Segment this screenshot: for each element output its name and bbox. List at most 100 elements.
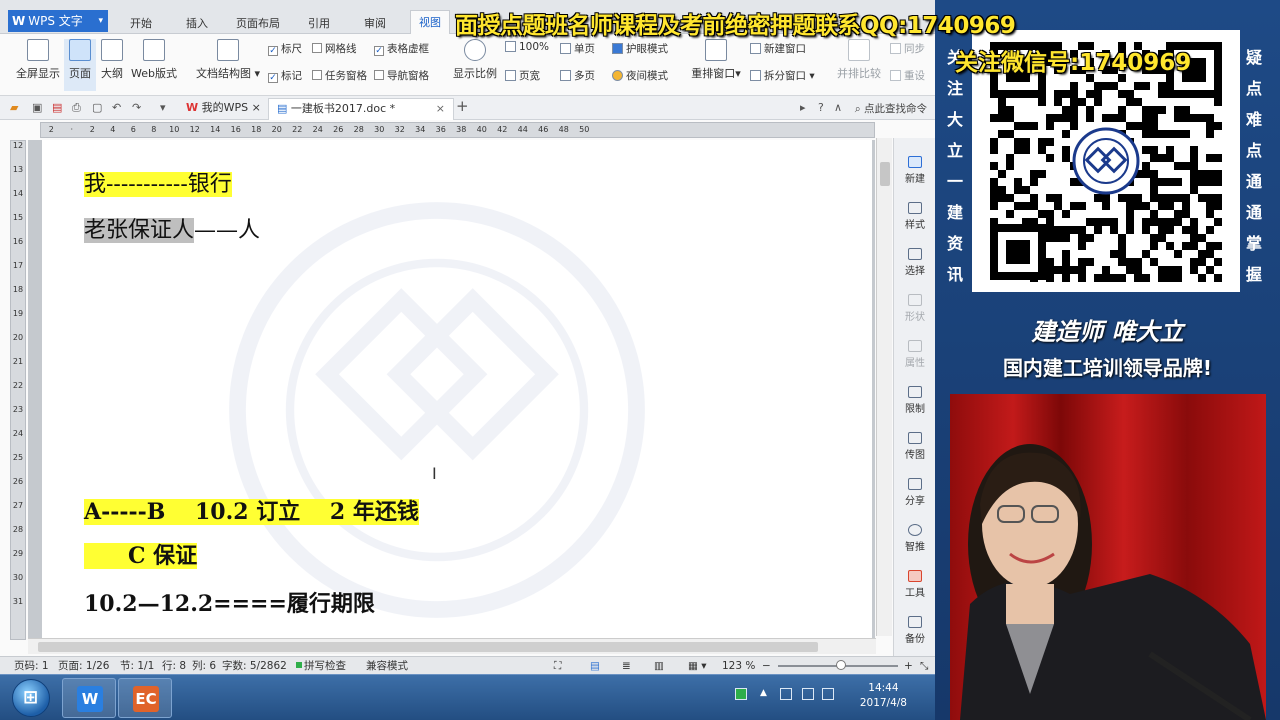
panel-share[interactable]: 分享 [894, 478, 935, 507]
tab-document[interactable]: ▤ 一建板书2017.doc * × [268, 98, 454, 120]
panel-smart[interactable]: 智推 [894, 524, 935, 553]
redo-icon[interactable]: ↷ [132, 101, 141, 114]
page-width-button[interactable]: 页宽 [505, 68, 540, 83]
task-pane-checkbox[interactable]: 任务窗格 [312, 68, 367, 83]
web-view-button[interactable]: Web版式 [128, 39, 180, 81]
close-icon[interactable]: × [252, 101, 261, 114]
status-bar: 页码: 1 页面: 1/26 节: 1/1 行: 8 列: 6 字数: 5/28… [0, 656, 935, 674]
rearrange-windows-button[interactable]: 重排窗口▾ [688, 39, 744, 81]
print-icon[interactable]: ⎙ [72, 101, 81, 115]
nav-pane-checkbox[interactable]: 导航窗格 [374, 68, 429, 83]
command-search[interactable]: ⌕ 点此查找命令 [855, 101, 927, 116]
panel-new[interactable]: 新建 [894, 156, 935, 185]
ruler-mark: 27 [12, 501, 24, 510]
tab-my-wps[interactable]: W 我的WPS × [178, 98, 269, 120]
network-icon[interactable] [780, 688, 792, 700]
table-gridlines-checkbox[interactable]: ✓ 表格虚框 [374, 41, 429, 56]
ruler-mark: 15 [12, 213, 24, 222]
help-icon[interactable]: ? [818, 101, 824, 114]
tray-expand-icon[interactable]: ▲ [760, 688, 772, 700]
multi-page-button[interactable]: 多页 [560, 68, 595, 83]
panel-tools[interactable]: 工具 [894, 570, 935, 599]
ruler-mark: 20 [271, 125, 282, 134]
app-menu-button[interactable]: W WPS 文字 ▾ [8, 10, 108, 32]
new-tab-icon[interactable]: + [456, 97, 469, 115]
export-pdf-icon[interactable]: ▤ [52, 101, 62, 114]
tab-view[interactable]: 视图 [410, 10, 450, 35]
compare-button[interactable]: 并排比较 [836, 39, 882, 81]
tab-page-layout[interactable]: 页面布局 [228, 12, 288, 34]
tab-insert[interactable]: 插入 [178, 12, 216, 34]
sync-scroll-button[interactable]: 同步 [890, 41, 925, 56]
panel-restrict[interactable]: 限制 [894, 386, 935, 415]
single-page-button[interactable]: 单页 [560, 41, 595, 56]
zoom-level[interactable]: 123 % [722, 658, 755, 674]
flag-icon[interactable] [802, 688, 814, 700]
tab-review[interactable]: 审阅 [356, 12, 394, 34]
zoom-100-button[interactable]: 100% [505, 41, 549, 53]
close-icon[interactable]: × [436, 99, 445, 119]
clock[interactable]: 14:44 2017/4/8 [860, 681, 907, 711]
gridlines-checkbox[interactable]: 网格线 [312, 41, 357, 56]
tab-references[interactable]: 引用 [300, 12, 338, 34]
panel-select[interactable]: 选择 [894, 248, 935, 277]
doc-line-1: 我-----------银行 [84, 172, 232, 197]
ruler-checkbox[interactable]: ✓ 标尺 [268, 41, 302, 56]
doc-structure-button[interactable]: 文档结构图 ▾ [195, 39, 261, 81]
marks-checkbox[interactable]: ✓ 标记 [268, 68, 302, 83]
new-window-button[interactable]: 新建窗口 [750, 41, 806, 56]
eye-mode-button[interactable]: 护眼模式 [612, 41, 668, 56]
tray-app-icon[interactable] [735, 688, 747, 700]
fullscreen-button[interactable]: 全屏显示 [14, 39, 62, 81]
panel-upload-image[interactable]: 传图 [894, 432, 935, 461]
tab-home[interactable]: 开始 [122, 12, 160, 34]
panel-shapes[interactable]: 形状 [894, 294, 935, 323]
zoom-in-icon[interactable]: + [904, 658, 913, 674]
start-button[interactable]: ⊞ [12, 679, 50, 717]
status-column: 列: 6 [192, 660, 217, 672]
horizontal-ruler[interactable]: 2 · 2 4 6 8 10 12 14 16 18 20 22 24 26 28 30 32 34 36 38 40 42… [40, 122, 875, 138]
doc-line-3: A-----B 10.2 订立 2 年还钱 [84, 499, 419, 525]
panel-styles[interactable]: 样式 [894, 202, 935, 231]
vertical-scrollbar[interactable] [876, 138, 892, 636]
outline-view-icon[interactable]: ≣ [622, 658, 631, 674]
undo-icon[interactable]: ↶ [112, 101, 121, 114]
page-view-icon[interactable]: ▤ [590, 658, 600, 674]
reset-position-button[interactable]: 重设 [890, 68, 925, 83]
zoom-slider-handle[interactable] [836, 660, 846, 670]
open-folder-icon[interactable]: ▰ [10, 101, 18, 114]
doc-list-icon[interactable]: ▸ [800, 101, 806, 114]
status-compat-mode: 兼容模式 [366, 660, 408, 672]
promo-banner: 面授点题班名师课程及考前绝密押题联系QQ:1740969 [455, 13, 1016, 39]
shape-icon [908, 294, 922, 306]
vertical-ruler[interactable]: 12 13 14 15 16 17 18 19 20 21 22 23 24 25 26 27 28 29 30 31 [10, 140, 26, 640]
web-view-icon[interactable]: ▥ [654, 658, 664, 674]
taskbar-app-recorder[interactable]: EC [118, 678, 172, 718]
scroll-thumb[interactable] [38, 642, 818, 652]
panel-backup[interactable]: 备份 [894, 616, 935, 645]
customize-dropdown-icon[interactable]: ▾ [160, 101, 166, 114]
night-mode-button[interactable]: 夜间模式 [612, 68, 668, 83]
panel-properties[interactable]: 属性 [894, 340, 935, 369]
reading-mode-icon[interactable]: ▦ ▾ [688, 658, 707, 674]
document-page[interactable]: 我-----------银行 老张保证人——人 A-----B 10.2 订立 … [42, 140, 872, 638]
scroll-thumb[interactable] [880, 162, 890, 186]
fullscreen-view-icon[interactable]: ⛶ [554, 658, 561, 674]
print-preview-icon[interactable]: ▢ [92, 101, 102, 114]
outline-view-button[interactable]: 大纲 [98, 39, 126, 81]
zoom-out-icon[interactable]: − [762, 658, 771, 674]
page-view-button[interactable]: 页面 [64, 39, 96, 91]
split-window-button[interactable]: 拆分窗口 ▾ [750, 68, 815, 83]
save-icon[interactable]: ▣ [32, 101, 42, 114]
ruler-mark: 12 [189, 125, 200, 134]
taskbar-app-wps[interactable]: W [62, 678, 116, 718]
collapse-ribbon-icon[interactable]: ∧ [834, 101, 842, 114]
status-word-count[interactable]: 字数: 5/2862 [222, 658, 287, 674]
volume-icon[interactable] [822, 688, 834, 700]
ruler-mark: 48 [558, 125, 569, 134]
zoom-button[interactable]: 显示比例 [452, 39, 498, 81]
screen-recorder-icon: EC [133, 686, 159, 712]
style-icon [908, 202, 922, 214]
spell-check-toggle[interactable]: 拼写检查 [296, 658, 346, 674]
horizontal-scrollbar[interactable] [28, 638, 876, 654]
